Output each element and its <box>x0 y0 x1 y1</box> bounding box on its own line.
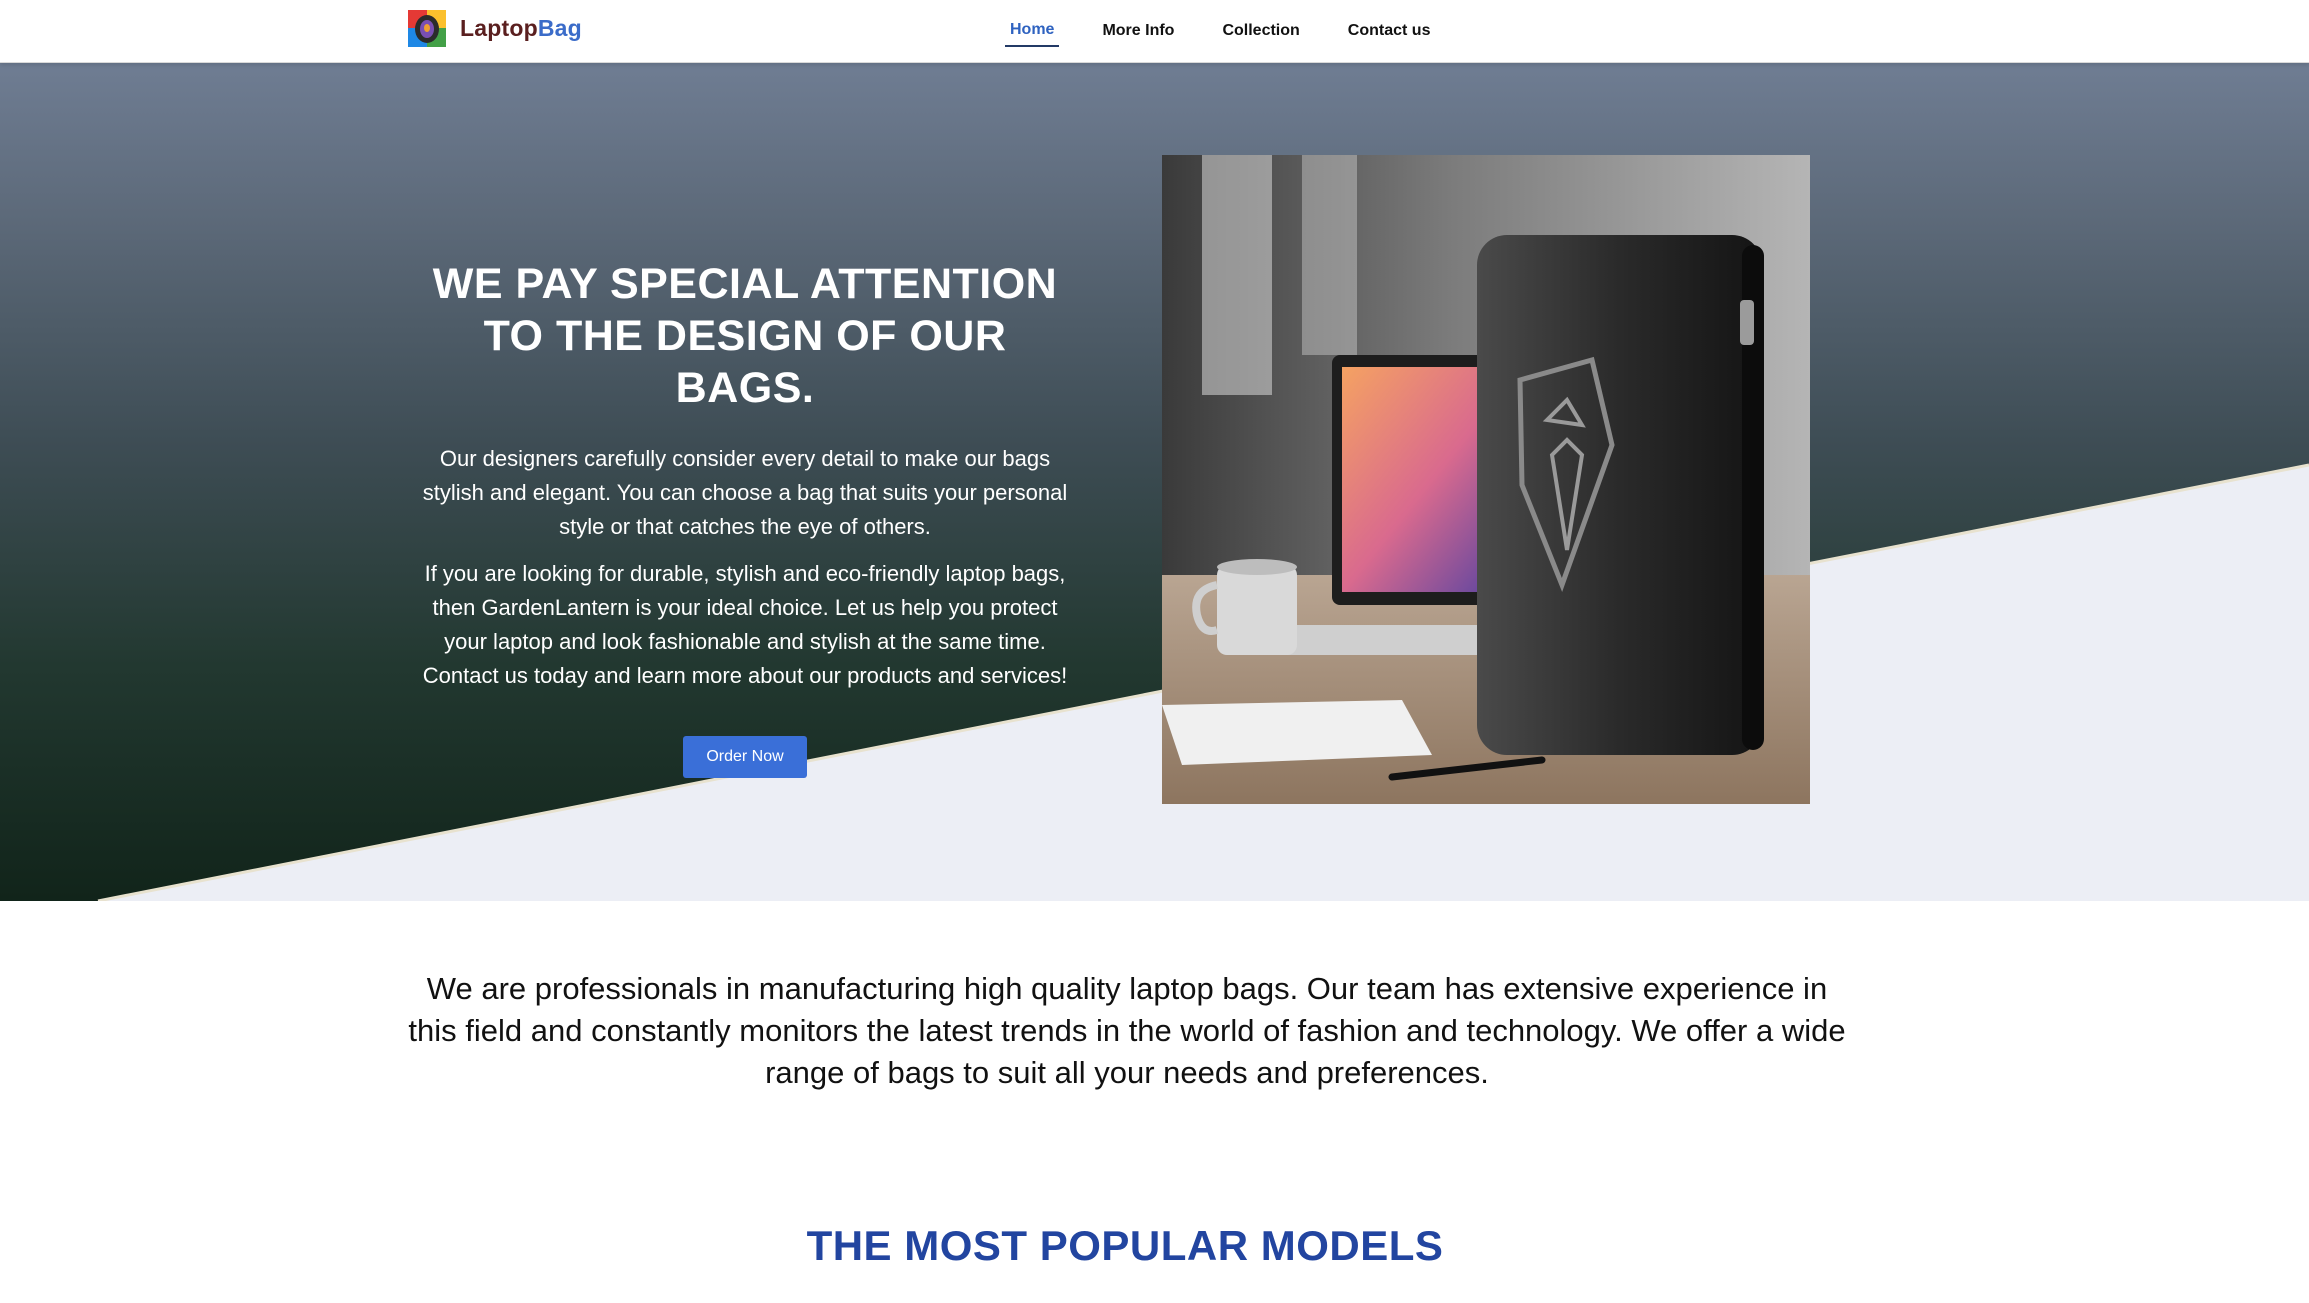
nav-contact-us[interactable]: Contact us <box>1343 18 1436 46</box>
logo-link[interactable]: LaptopBag <box>408 10 582 47</box>
hero-diagonal-wedge <box>97 463 2309 901</box>
hero-title: WE PAY SPECIAL ATTENTION TO THE DESIGN O… <box>432 260 1058 412</box>
site-header: LaptopBag Home More Info Collection Cont… <box>0 0 2309 63</box>
main-nav: Home More Info Collection Contact us <box>1005 0 1473 63</box>
brand-name-part2: Bag <box>537 15 582 41</box>
nav-home[interactable]: Home <box>1005 17 1060 47</box>
hero-paragraph-2: If you are looking for durable, stylish … <box>422 561 1068 688</box>
hero-copy: WE PAY SPECIAL ATTENTION TO THE DESIGN O… <box>410 258 1080 778</box>
order-now-button[interactable]: Order Now <box>683 736 807 778</box>
about-text: We are professionals in manufacturing hi… <box>408 971 1846 1090</box>
logo-icon <box>408 10 446 47</box>
hero-section: WE PAY SPECIAL ATTENTION TO THE DESIGN O… <box>0 63 2309 901</box>
nav-more-info[interactable]: More Info <box>1097 18 1179 46</box>
brand-name-part1: Laptop <box>460 15 538 41</box>
hero-product-image <box>1162 155 1810 804</box>
brand-name: LaptopBag <box>460 15 582 42</box>
hero-paragraph-1: Our designers carefully consider every d… <box>422 446 1068 539</box>
nav-collection[interactable]: Collection <box>1217 18 1304 46</box>
popular-models-heading: THE MOST POPULAR MODELS <box>806 1222 1444 1269</box>
